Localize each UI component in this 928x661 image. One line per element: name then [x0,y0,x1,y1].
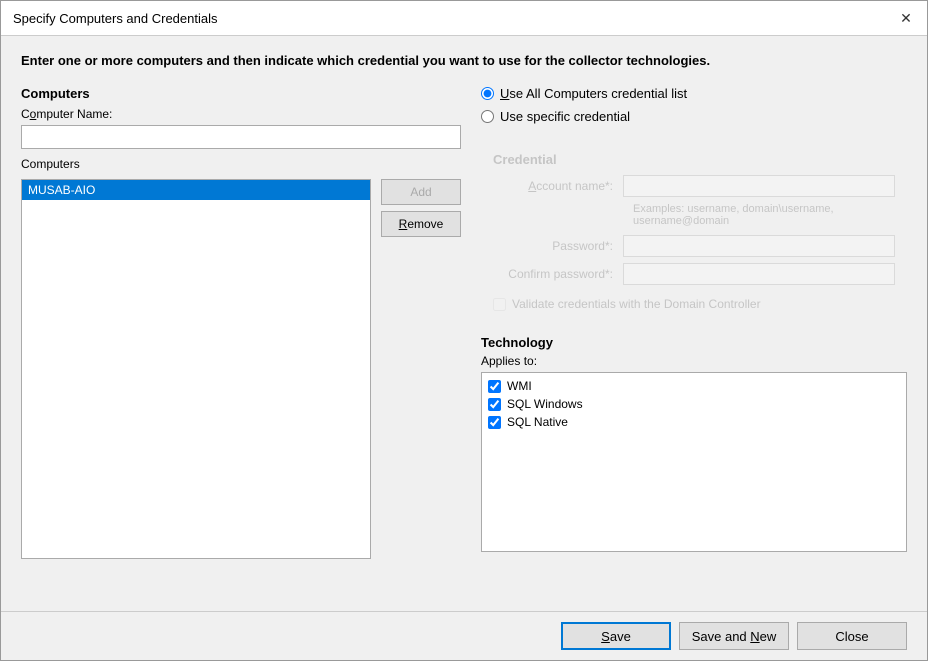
radio-use-specific-item: Use specific credential [481,109,907,124]
computer-name-input[interactable] [21,125,461,149]
computers-list-wrapper: MUSAB-AIO [21,175,371,559]
computers-row: MUSAB-AIO Add Remove [21,175,461,595]
dialog-body: Enter one or more computers and then ind… [1,36,927,611]
remove-button-label: Remove [399,217,444,231]
left-panel: Computers Computer Name: Computers MUSAB… [21,86,461,595]
title-bar: Specify Computers and Credentials ✕ [1,1,927,36]
account-name-label: Account name*: [493,179,623,193]
radio-use-specific-label-text: Use specific credential [500,109,630,124]
sql-windows-label: SQL Windows [507,397,583,411]
credential-section: Credential Account name*: Examples: user… [481,144,907,319]
computer-name-row: Computer Name: [21,107,461,149]
account-name-row: Account name*: [493,175,895,197]
computers-list-label: Computers [21,157,461,171]
remove-button[interactable]: Remove [381,211,461,237]
footer: Save Save and New Close [1,611,927,660]
password-row: Password*: [493,235,895,257]
applies-to-label: Applies to: [481,354,907,368]
radio-use-all-label-text: Use All Computers credential list [500,86,687,101]
right-panel: Use All Computers credential list Use sp… [481,86,907,595]
tech-item-sql-native: SQL Native [488,415,900,429]
sql-native-checkbox[interactable] [488,416,501,429]
dialog-title: Specify Computers and Credentials [13,11,218,26]
radio-use-all-label[interactable]: Use All Computers credential list [500,86,687,101]
validate-label: Validate credentials with the Domain Con… [512,297,761,311]
wmi-checkbox[interactable] [488,380,501,393]
button-group: Add Remove [381,175,461,237]
save-and-new-button-label: Save and New [692,629,777,644]
save-button-label: Save [601,629,631,644]
tech-item-sql-windows: SQL Windows [488,397,900,411]
close-icon[interactable]: ✕ [897,9,915,27]
radio-group: Use All Computers credential list Use sp… [481,86,907,132]
confirm-password-label: Confirm password*: [493,267,623,281]
credential-section-label: Credential [493,152,895,167]
validate-checkbox [493,298,506,311]
account-name-input [623,175,895,197]
password-label: Password*: [493,239,623,253]
technology-section: Technology Applies to: WMI SQL Windows [481,335,907,552]
technology-section-label: Technology [481,335,907,350]
tech-item-wmi: WMI [488,379,900,393]
dialog-window: Specify Computers and Credentials ✕ Ente… [0,0,928,661]
password-input [623,235,895,257]
computer-name-label-text: Computer Name: [21,107,112,121]
technology-list: WMI SQL Windows SQL Native [481,372,907,552]
save-and-new-button[interactable]: Save and New [679,622,789,650]
add-button[interactable]: Add [381,179,461,205]
radio-use-specific[interactable] [481,110,494,123]
radio-use-specific-label[interactable]: Use specific credential [500,109,630,124]
list-item[interactable]: MUSAB-AIO [22,180,370,200]
close-button[interactable]: Close [797,622,907,650]
main-content: Computers Computer Name: Computers MUSAB… [21,86,907,595]
save-button[interactable]: Save [561,622,671,650]
sql-windows-checkbox[interactable] [488,398,501,411]
confirm-password-row: Confirm password*: [493,263,895,285]
intro-text: Enter one or more computers and then ind… [21,52,907,70]
computers-list: MUSAB-AIO [21,179,371,559]
confirm-password-input [623,263,895,285]
radio-use-all[interactable] [481,87,494,100]
computer-name-label: Computer Name: [21,107,461,121]
wmi-label: WMI [507,379,532,393]
sql-native-label: SQL Native [507,415,568,429]
validate-row: Validate credentials with the Domain Con… [493,297,895,311]
computers-section-label: Computers [21,86,461,101]
examples-text: Examples: username, domain\username, use… [633,203,895,227]
radio-use-all-item: Use All Computers credential list [481,86,907,101]
